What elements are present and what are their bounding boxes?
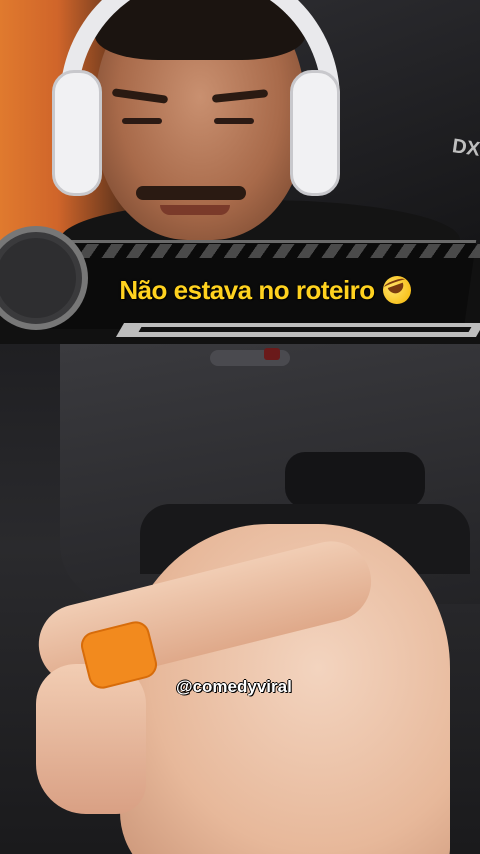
watermark-handle: @comedyviral	[176, 677, 292, 696]
person-hand	[36, 664, 146, 814]
banner-stripe-inner	[138, 327, 472, 332]
webcam-panel: DXR	[0, 0, 480, 250]
mustache	[136, 186, 246, 200]
chair-logo: DXR	[450, 135, 480, 163]
caption-text: Não estava no roteiro	[119, 274, 375, 305]
door-armrest	[285, 452, 425, 508]
banner-circle-inner	[0, 238, 76, 318]
video-frame: @comedyviral	[0, 344, 480, 854]
banner-hatch-pattern	[80, 244, 480, 258]
caption-text-row: Não estava no roteiro	[90, 268, 440, 312]
rolling-on-floor-laughing-icon	[378, 272, 415, 308]
door-lock-indicator	[264, 348, 280, 360]
mouth	[160, 205, 230, 215]
right-headphone-cup	[290, 70, 340, 196]
left-headphone-cup	[52, 70, 102, 196]
caption-banner: Não estava no roteiro	[0, 222, 480, 344]
